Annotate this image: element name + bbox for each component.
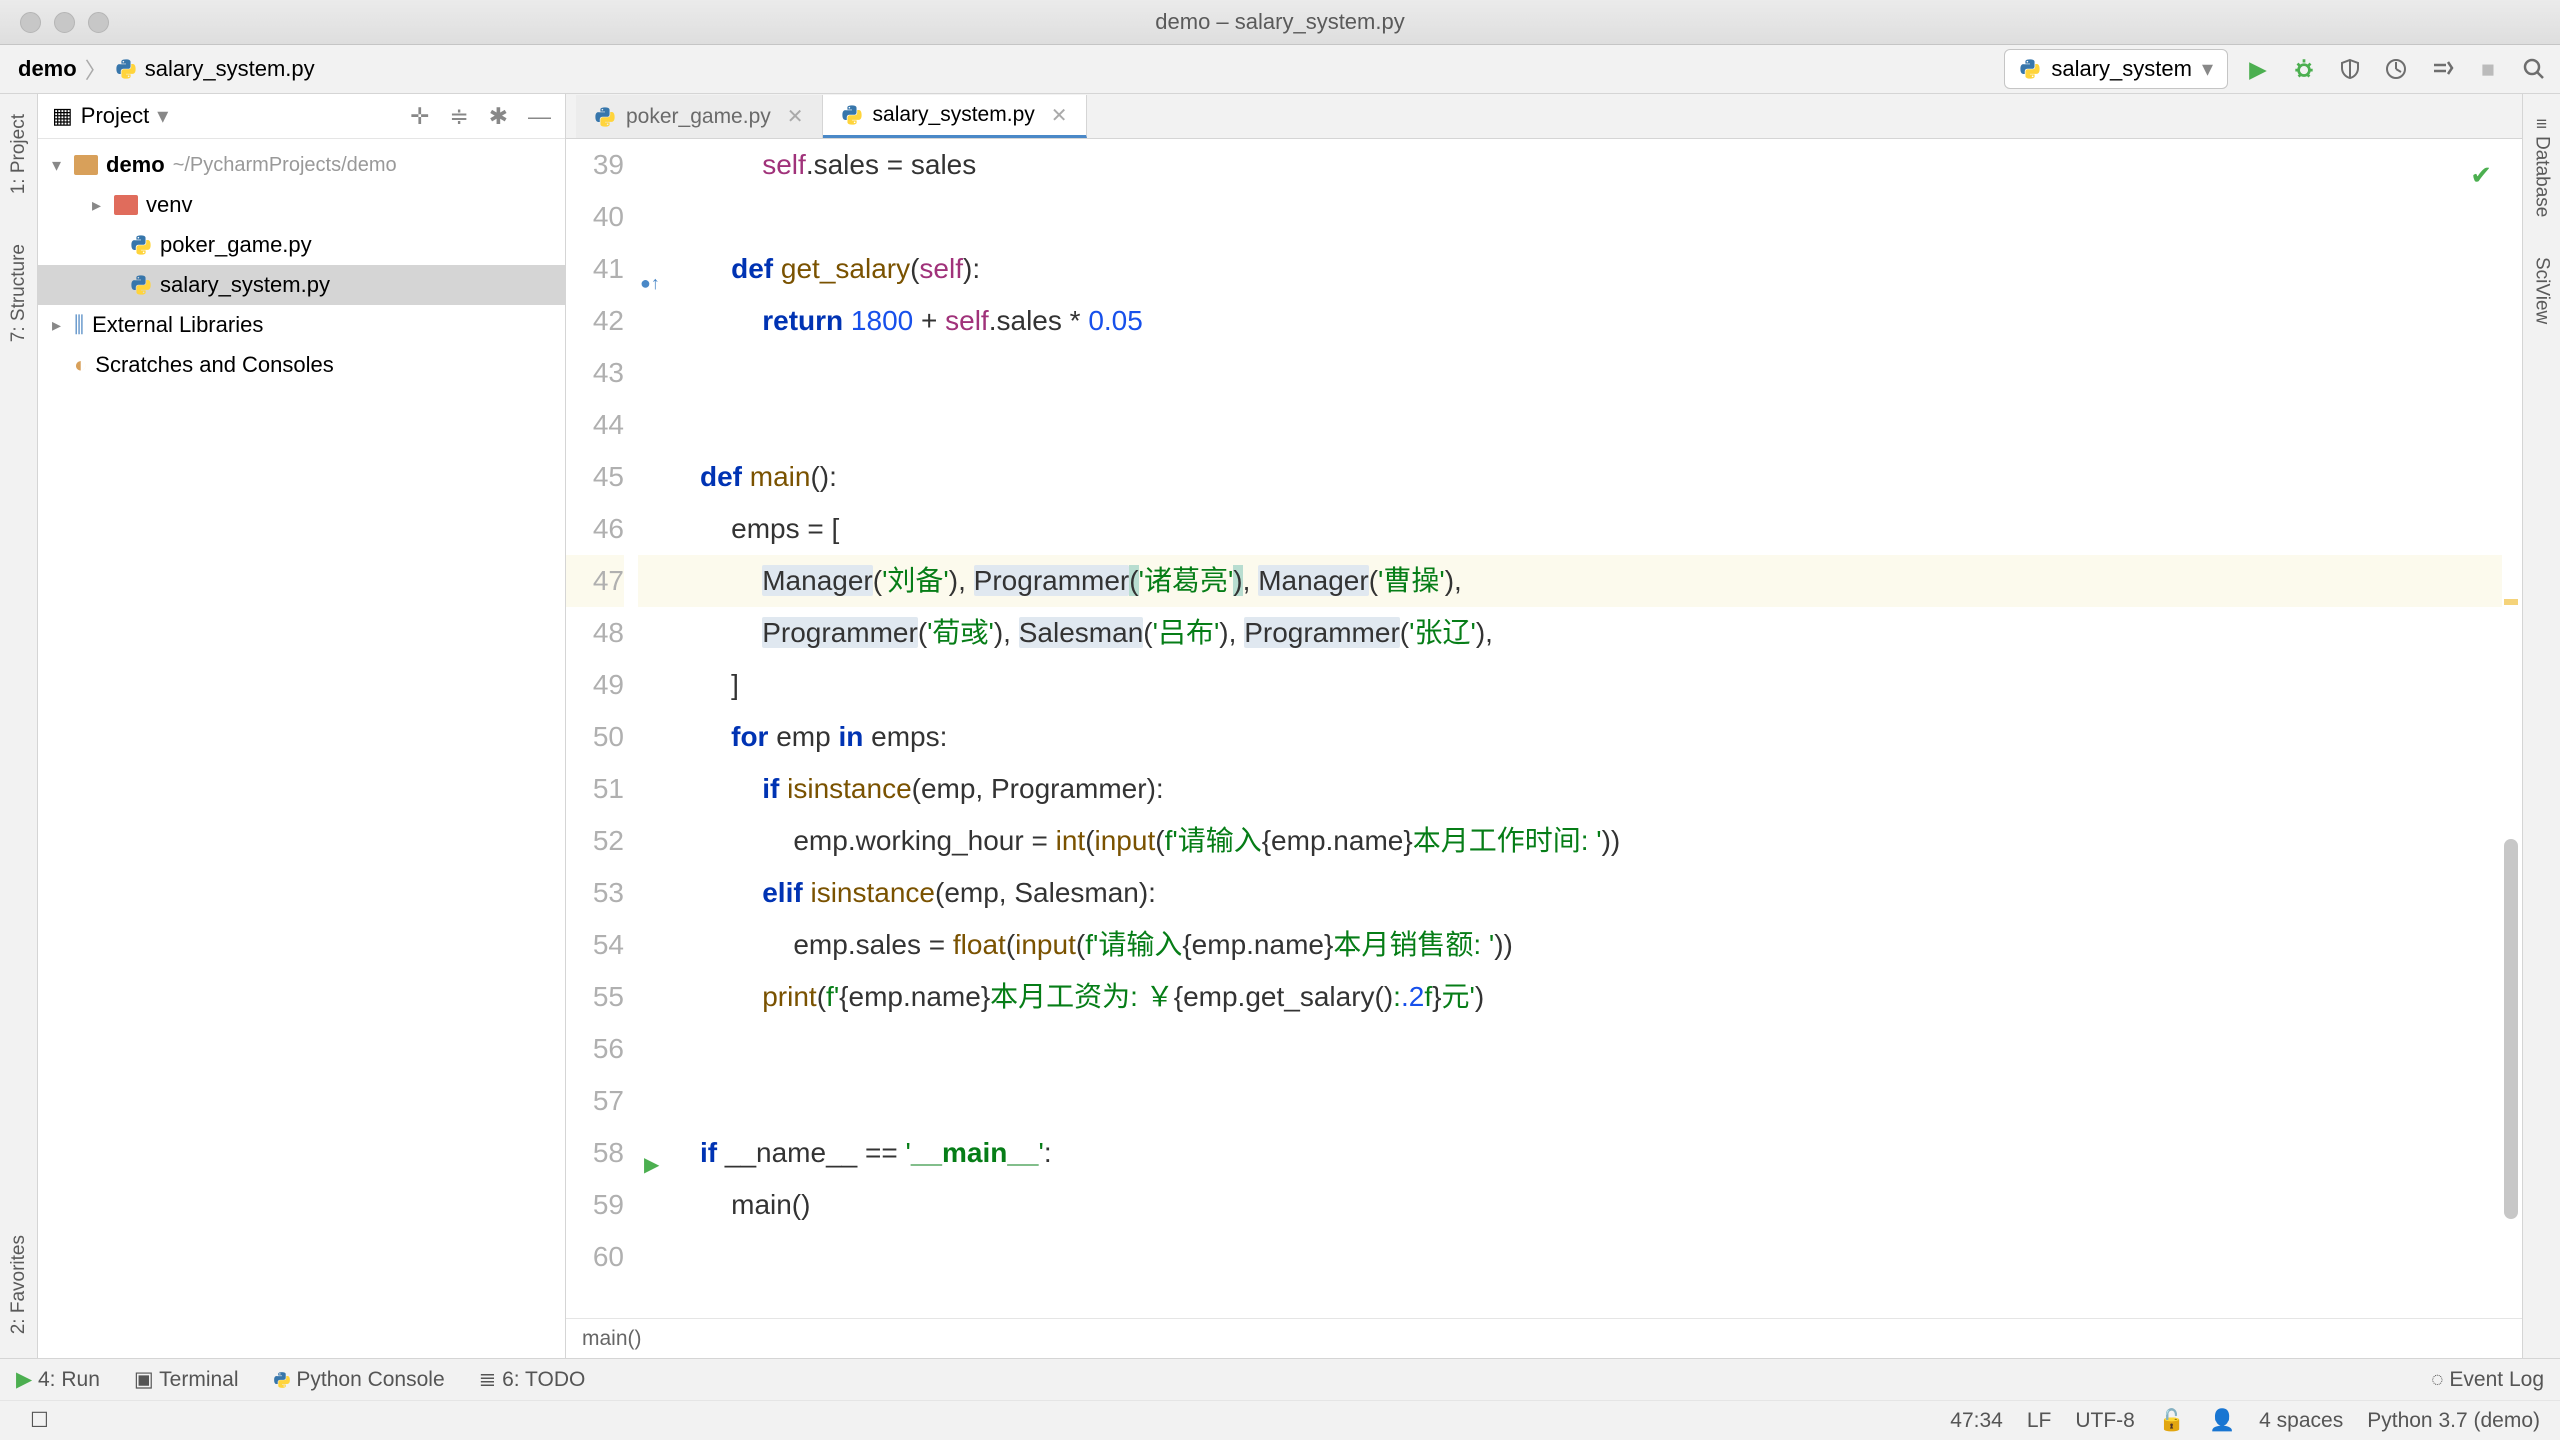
python-file-icon (115, 58, 137, 80)
file-encoding[interactable]: UTF-8 (2075, 1409, 2135, 1433)
code-editor[interactable]: 3940414243444546474849505152535455565758… (566, 139, 2522, 1318)
cursor-position[interactable]: 47:34 (1950, 1409, 2003, 1433)
status-bar: ☐ 47:34 LF UTF-8 🔓 👤 4 spaces Python 3.7… (0, 1400, 2560, 1440)
python-console-tool-button[interactable]: Python Console (273, 1368, 445, 1392)
project-tool-button[interactable]: 1: Project (8, 104, 30, 204)
library-icon: ⫼ (74, 312, 84, 338)
inspection-ok-icon[interactable]: ✔ (2470, 149, 2492, 201)
chevron-down-icon[interactable]: ▾ (157, 103, 168, 129)
run-tool-button[interactable]: ▶ 4: Run (16, 1367, 100, 1392)
collapse-icon[interactable]: ≑ (449, 103, 468, 130)
hide-icon[interactable]: — (528, 103, 551, 130)
close-icon[interactable]: ✕ (1051, 103, 1068, 128)
python-file-icon (2019, 58, 2041, 80)
close-window-icon[interactable] (20, 12, 41, 33)
favorites-tool-button[interactable]: 2: Favorites (8, 1225, 30, 1344)
python-file-icon (594, 106, 616, 128)
titlebar: demo – salary_system.py (0, 0, 2560, 45)
minimize-window-icon[interactable] (54, 12, 75, 33)
coverage-button[interactable] (2334, 53, 2366, 85)
tool-window-toggle-icon[interactable]: ☐ (30, 1408, 49, 1433)
todo-tool-button[interactable]: ≣ 6: TODO (479, 1367, 586, 1392)
search-button[interactable] (2518, 53, 2550, 85)
tree-external-libraries[interactable]: ▸ ⫼ External Libraries (38, 305, 565, 345)
sciview-tool-button[interactable]: SciView (2531, 247, 2553, 334)
settings-icon[interactable]: ✱ (489, 103, 508, 130)
caret-right-icon: ▸ (52, 315, 66, 336)
profile-button[interactable] (2380, 53, 2412, 85)
tab-poker-game[interactable]: poker_game.py ✕ (576, 95, 823, 138)
editor-scrollbar[interactable] (2498, 139, 2522, 1318)
tree-venv[interactable]: ▸ venv (38, 185, 565, 225)
close-icon[interactable]: ✕ (787, 104, 804, 129)
line-ending[interactable]: LF (2027, 1409, 2052, 1433)
structure-tool-button[interactable]: 7: Structure (8, 234, 30, 352)
tree-file-salary[interactable]: salary_system.py (38, 265, 565, 305)
tree-file-poker[interactable]: poker_game.py (38, 225, 565, 265)
left-tool-rail: 1: Project 7: Structure 2: Favorites (0, 94, 38, 1358)
editor-breadcrumb[interactable]: main() (566, 1318, 2522, 1358)
locate-icon[interactable]: ✛ (410, 103, 429, 130)
inspection-icon[interactable]: 👤 (2209, 1409, 2235, 1433)
python-file-icon (130, 234, 152, 256)
run-config-selector[interactable]: salary_system ▾ (2004, 49, 2228, 89)
tree-scratches[interactable]: ◐ Scratches and Consoles (38, 345, 565, 385)
right-tool-rail: ≡ Database SciView (2522, 94, 2560, 1358)
python-file-icon (841, 104, 863, 126)
scratches-icon: ◐ (74, 352, 87, 378)
run-button[interactable]: ▶ (2242, 53, 2274, 85)
event-log-button[interactable]: ◌ Event Log (2431, 1368, 2544, 1392)
window-title: demo – salary_system.py (1155, 9, 1404, 35)
folder-icon (114, 195, 138, 215)
indent-setting[interactable]: 4 spaces (2259, 1409, 2343, 1433)
chevron-down-icon: ▾ (2202, 56, 2213, 82)
python-file-icon (130, 274, 152, 296)
caret-right-icon: ▸ (92, 195, 106, 216)
breadcrumb[interactable]: demo 〉 salary_system.py (18, 53, 315, 85)
bottom-tool-bar: ▶ 4: Run ▣ Terminal Python Console ≣ 6: … (0, 1358, 2560, 1400)
maximize-window-icon[interactable] (88, 12, 109, 33)
navigation-bar: demo 〉 salary_system.py salary_system ▾ … (0, 45, 2560, 94)
terminal-tool-button[interactable]: ▣ Terminal (134, 1367, 239, 1392)
editor-tabs: poker_game.py ✕ salary_system.py ✕ (566, 94, 2522, 139)
breadcrumb-file[interactable]: salary_system.py (145, 56, 315, 82)
readonly-icon[interactable]: 🔓 (2159, 1409, 2185, 1433)
debug-button[interactable] (2288, 53, 2320, 85)
project-panel-title[interactable]: Project (81, 103, 149, 129)
tab-salary-system[interactable]: salary_system.py ✕ (823, 95, 1087, 138)
tree-project-root[interactable]: ▾ demo ~/PycharmProjects/demo (38, 145, 565, 185)
project-view-icon: ▦ (52, 103, 73, 129)
attach-button[interactable] (2426, 53, 2458, 85)
python-interpreter[interactable]: Python 3.7 (demo) (2367, 1409, 2540, 1433)
caret-down-icon: ▾ (52, 155, 66, 176)
database-tool-button[interactable]: ≡ Database (2531, 104, 2553, 227)
project-panel: ▦ Project ▾ ✛ ≑ ✱ — ▾ demo ~/PycharmProj… (38, 94, 566, 1358)
stop-button[interactable]: ■ (2472, 53, 2504, 85)
breadcrumb-root[interactable]: demo (18, 56, 77, 82)
folder-icon (74, 155, 98, 175)
chevron-right-icon: 〉 (85, 53, 107, 85)
